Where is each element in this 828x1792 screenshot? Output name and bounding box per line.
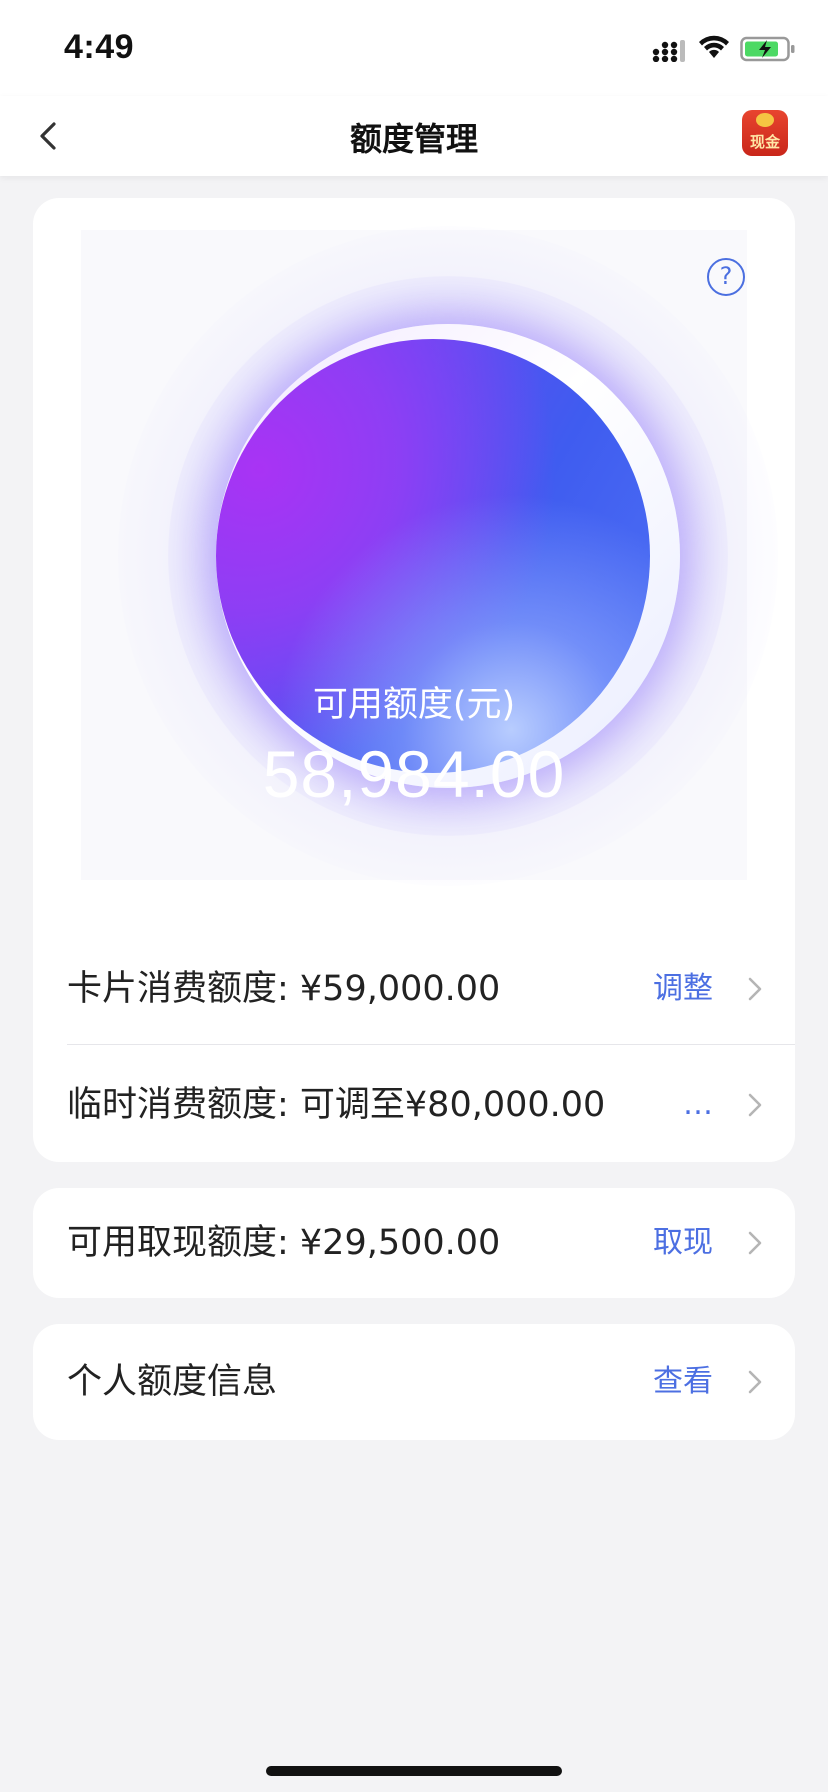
divider xyxy=(67,1044,795,1045)
status-time: 4:49 xyxy=(64,28,135,66)
cash-limit-row[interactable]: 可用取现额度: ¥29,500.00 取现 xyxy=(33,1188,795,1298)
cash-badge-label: 现金 xyxy=(749,133,780,151)
temp-limit-row[interactable]: 临时消费额度: 可调至¥80,000.00 … xyxy=(33,1050,795,1160)
credit-card-panel: 可用额度(元) 58,984.00 ? 卡片消费额度: ¥59,000.00 调… xyxy=(33,198,795,1162)
battery-charging-icon xyxy=(740,36,795,62)
signal-icon xyxy=(652,40,685,62)
chevron-right-icon xyxy=(748,1231,762,1255)
more-button[interactable]: … xyxy=(683,1050,713,1160)
nav-bar: 额度管理 现金 xyxy=(0,96,828,176)
chevron-right-icon xyxy=(748,1093,762,1117)
chevron-right-icon xyxy=(748,977,762,1001)
personal-info-card: 个人额度信息 查看 xyxy=(33,1324,795,1440)
withdraw-button[interactable]: 取现 xyxy=(653,1188,713,1298)
available-credit-label: 可用额度(元) xyxy=(312,685,516,725)
temp-limit-label: 临时消费额度: 可调至¥80,000.00 xyxy=(67,1085,606,1125)
available-credit-value: 58,984.00 xyxy=(262,737,566,811)
adjust-button[interactable]: 调整 xyxy=(653,934,713,1044)
chevron-right-icon xyxy=(748,1370,762,1394)
home-indicator[interactable] xyxy=(266,1766,562,1776)
card-limit-row[interactable]: 卡片消费额度: ¥59,000.00 调整 xyxy=(33,934,795,1044)
view-button[interactable]: 查看 xyxy=(653,1327,713,1437)
cash-limit-label: 可用取现额度: ¥29,500.00 xyxy=(67,1223,501,1263)
personal-info-row[interactable]: 个人额度信息 查看 xyxy=(33,1327,795,1437)
card-limit-label: 卡片消费额度: ¥59,000.00 xyxy=(67,969,501,1009)
page-title: 额度管理 xyxy=(349,120,478,158)
cash-badge-button[interactable]: 现金 xyxy=(742,110,788,156)
help-icon[interactable]: ? xyxy=(707,258,745,296)
cash-limit-card: 可用取现额度: ¥29,500.00 取现 xyxy=(33,1188,795,1298)
coin-icon xyxy=(756,113,774,127)
personal-info-label: 个人额度信息 xyxy=(67,1362,278,1402)
status-bar: 4:49 xyxy=(0,0,828,96)
wifi-icon xyxy=(699,35,729,58)
